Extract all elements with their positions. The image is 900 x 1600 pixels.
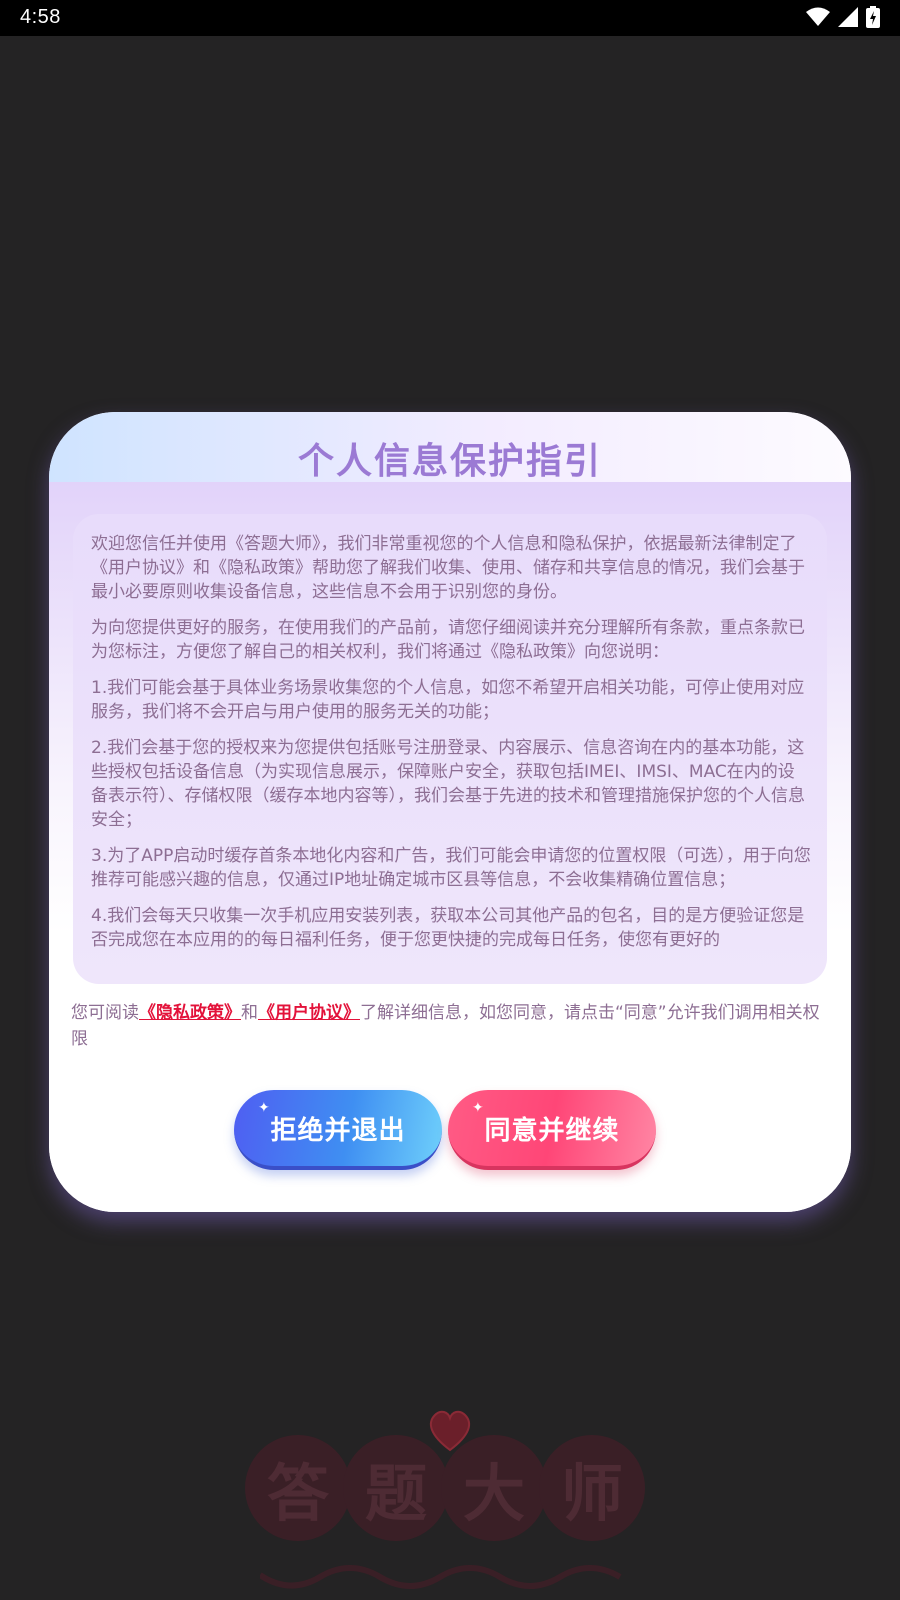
policy-paragraph: 2.我们会基于您的授权来为您提供包括账号注册登录、内容展示、信息咨询在内的基本功… bbox=[91, 738, 805, 830]
footer-middle: 和 bbox=[241, 1003, 258, 1023]
wave-decoration bbox=[260, 1565, 622, 1589]
agree-continue-button[interactable]: ✦ 同意并继续 bbox=[448, 1090, 656, 1170]
logo-char: 答 bbox=[245, 1435, 351, 1541]
policy-paragraph: 欢迎您信任并使用《答题大师》，我们非常重视您的个人信息和隐私保护，依据最新法律制… bbox=[91, 534, 805, 602]
policy-content: 欢迎您信任并使用《答题大师》，我们非常重视您的个人信息和隐私保护，依据最新法律制… bbox=[91, 532, 811, 964]
reject-button-label: 拒绝并退出 bbox=[270, 1115, 406, 1146]
logo-char: 题 bbox=[343, 1435, 449, 1541]
background-logo: 答 题 大 师 bbox=[245, 1405, 655, 1600]
reject-exit-button[interactable]: ✦ 拒绝并退出 bbox=[234, 1090, 442, 1170]
policy-paragraph: 为向您提供更好的服务，在使用我们的产品前，请您仔细阅读并充分理解所有条款，重点条… bbox=[91, 618, 805, 662]
privacy-policy-link[interactable]: 《隐私政策》 bbox=[139, 1003, 241, 1023]
status-bar: 4:58 bbox=[0, 0, 900, 36]
policy-paragraph: 3.为了APP启动时缓存首条本地化内容和广告，我们可能会申请您的位置权限（可选）… bbox=[91, 846, 811, 890]
dialog-title: 个人信息保护指引 bbox=[297, 441, 602, 482]
footer-prefix: 您可阅读 bbox=[71, 1003, 139, 1023]
wifi-icon bbox=[806, 7, 830, 26]
sparkle-icon: ✦ bbox=[258, 1100, 271, 1116]
policy-paragraph: 1.我们可能会基于具体业务场景收集您的个人信息，如您不希望开启相关功能，可停止使… bbox=[91, 678, 805, 722]
policy-paragraph: 4.我们会每天只收集一次手机应用安装列表，获取本公司其他产品的包名，目的是方便验… bbox=[91, 906, 805, 950]
footer-text: 您可阅读《隐私政策》和《用户协议》了解详细信息，如您同意，请点击“同意”允许我们… bbox=[71, 1000, 831, 1052]
policy-content-scroll[interactable]: 欢迎您信任并使用《答题大师》，我们非常重视您的个人信息和隐私保护，依据最新法律制… bbox=[73, 514, 827, 984]
background-logo-chars: 答 题 大 师 bbox=[245, 1435, 645, 1541]
agree-button-label: 同意并继续 bbox=[484, 1115, 620, 1146]
privacy-dialog: 个人信息保护指引 欢迎您信任并使用《答题大师》，我们非常重视您的个人信息和隐私保… bbox=[49, 412, 851, 1212]
battery-icon bbox=[866, 6, 880, 28]
status-time: 4:58 bbox=[20, 6, 61, 28]
logo-char: 师 bbox=[539, 1435, 645, 1541]
logo-char: 大 bbox=[441, 1435, 547, 1541]
signal-icon bbox=[838, 7, 858, 27]
status-icons bbox=[806, 6, 880, 28]
sparkle-icon: ✦ bbox=[472, 1100, 485, 1116]
user-agreement-link[interactable]: 《用户协议》 bbox=[258, 1003, 360, 1023]
